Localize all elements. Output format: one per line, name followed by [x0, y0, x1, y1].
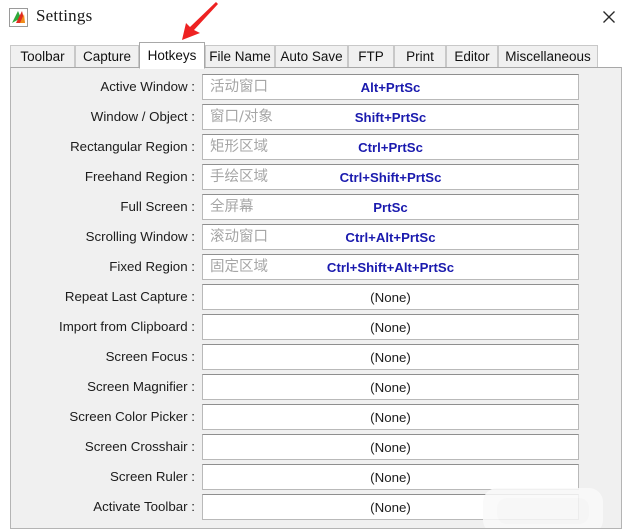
title-bar: Settings	[0, 0, 632, 36]
hotkey-row: Screen Color Picker : (None)	[11, 404, 621, 430]
settings-tabs: Toolbar Capture Hotkeys File Name Auto S…	[10, 42, 622, 68]
hotkey-value: (None)	[203, 375, 578, 399]
hotkey-input[interactable]: 全屏幕PrtSc	[202, 194, 579, 220]
hotkey-row: Repeat Last Capture : (None)	[11, 284, 621, 310]
tab-miscellaneous[interactable]: Miscellaneous	[498, 45, 598, 68]
hotkey-row: Fixed Region : 固定区域Ctrl+Shift+Alt+PrtSc	[11, 254, 621, 280]
hotkey-row: Screen Crosshair : (None)	[11, 434, 621, 460]
hotkey-input[interactable]: 矩形区域Ctrl+PrtSc	[202, 134, 579, 160]
hotkey-row: Rectangular Region : 矩形区域Ctrl+PrtSc	[11, 134, 621, 160]
hotkey-label: Window / Object :	[11, 104, 195, 130]
hotkey-value: Shift+PrtSc	[203, 105, 578, 129]
tab-hotkeys[interactable]: Hotkeys	[139, 42, 205, 69]
hotkey-value: Ctrl+Shift+Alt+PrtSc	[203, 255, 578, 279]
hotkey-value: (None)	[203, 405, 578, 429]
hotkey-label: Fixed Region :	[11, 254, 195, 280]
hotkey-input[interactable]: 手绘区域Ctrl+Shift+PrtSc	[202, 164, 579, 190]
hotkey-input[interactable]: 活动窗口Alt+PrtSc	[202, 74, 579, 100]
tab-auto-save[interactable]: Auto Save	[275, 45, 348, 68]
hotkey-label: Rectangular Region :	[11, 134, 195, 160]
hotkey-input[interactable]: 滚动窗口Ctrl+Alt+PrtSc	[202, 224, 579, 250]
hotkey-row: Screen Magnifier : (None)	[11, 374, 621, 400]
hotkeys-panel: Active Window : 活动窗口Alt+PrtSc Window / Obj…	[10, 67, 622, 529]
hotkey-row: Activate Toolbar : (None)	[11, 494, 621, 520]
hotkey-input[interactable]: (None)	[202, 494, 579, 520]
hotkey-input[interactable]: (None)	[202, 434, 579, 460]
hotkey-input[interactable]: (None)	[202, 374, 579, 400]
tab-ftp[interactable]: FTP	[348, 45, 394, 68]
hotkey-value: Ctrl+Alt+PrtSc	[203, 225, 578, 249]
hotkey-label: Screen Crosshair :	[11, 434, 195, 460]
hotkey-value: Ctrl+Shift+PrtSc	[203, 165, 578, 189]
hotkey-row: Active Window : 活动窗口Alt+PrtSc	[11, 74, 621, 100]
hotkey-label: Scrolling Window :	[11, 224, 195, 250]
tab-file-name[interactable]: File Name	[205, 45, 275, 68]
hotkey-label: Screen Ruler :	[11, 464, 195, 490]
hotkey-row: Screen Focus : (None)	[11, 344, 621, 370]
hotkey-input[interactable]: (None)	[202, 404, 579, 430]
hotkey-label: Full Screen :	[11, 194, 195, 220]
hotkey-label: Activate Toolbar :	[11, 494, 195, 520]
hotkey-value: (None)	[203, 285, 578, 309]
hotkey-input[interactable]: 窗口/对象Shift+PrtSc	[202, 104, 579, 130]
hotkey-row: Full Screen : 全屏幕PrtSc	[11, 194, 621, 220]
hotkey-label: Screen Color Picker :	[11, 404, 195, 430]
hotkey-value: Ctrl+PrtSc	[203, 135, 578, 159]
hotkey-row: Freehand Region : 手绘区域Ctrl+Shift+PrtSc	[11, 164, 621, 190]
hotkey-value: (None)	[203, 315, 578, 339]
picpick-logo-icon	[9, 8, 28, 27]
tab-editor[interactable]: Editor	[446, 45, 498, 68]
hotkey-value: (None)	[203, 435, 578, 459]
hotkey-value: Alt+PrtSc	[203, 75, 578, 99]
hotkey-label: Repeat Last Capture :	[11, 284, 195, 310]
tab-print[interactable]: Print	[394, 45, 446, 68]
window-title: Settings	[36, 6, 92, 26]
hotkey-label: Active Window :	[11, 74, 195, 100]
tab-capture[interactable]: Capture	[75, 45, 139, 68]
tab-toolbar[interactable]: Toolbar	[10, 45, 75, 68]
hotkey-value: (None)	[203, 345, 578, 369]
hotkey-label: Screen Focus :	[11, 344, 195, 370]
hotkey-input[interactable]: (None)	[202, 284, 579, 310]
hotkey-label: Freehand Region :	[11, 164, 195, 190]
hotkey-value: (None)	[203, 465, 578, 489]
hotkey-input[interactable]: (None)	[202, 314, 579, 340]
hotkey-input[interactable]: 固定区域Ctrl+Shift+Alt+PrtSc	[202, 254, 579, 280]
hotkey-row: Screen Ruler : (None)	[11, 464, 621, 490]
hotkey-value: PrtSc	[203, 195, 578, 219]
hotkey-row: Window / Object : 窗口/对象Shift+PrtSc	[11, 104, 621, 130]
hotkey-row: Import from Clipboard : (None)	[11, 314, 621, 340]
hotkey-label: Screen Magnifier :	[11, 374, 195, 400]
hotkey-input[interactable]: (None)	[202, 464, 579, 490]
hotkey-value: (None)	[203, 495, 578, 519]
hotkey-label: Import from Clipboard :	[11, 314, 195, 340]
hotkey-input[interactable]: (None)	[202, 344, 579, 370]
hotkey-row: Scrolling Window : 滚动窗口Ctrl+Alt+PrtSc	[11, 224, 621, 250]
close-icon[interactable]	[586, 0, 632, 33]
